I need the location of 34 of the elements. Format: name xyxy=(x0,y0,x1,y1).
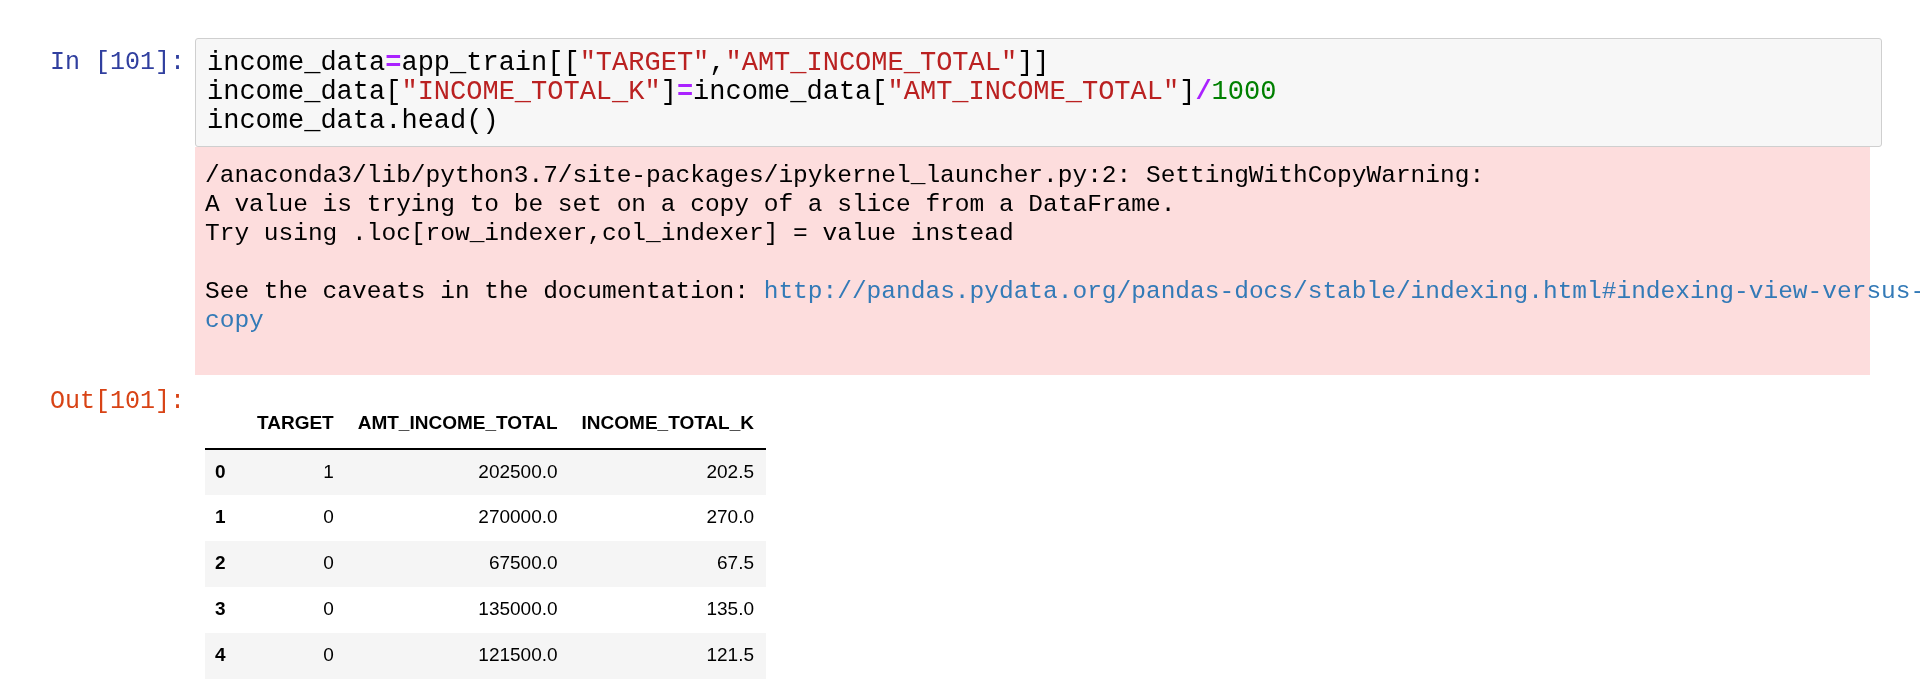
table-cell: 270000.0 xyxy=(345,494,570,541)
table-cell: 67.5 xyxy=(569,540,766,587)
warning-text: /anaconda3/lib/python3.7/site-packages/ipykernel_launcher.py:2: SettingWithCopyWarning: xyxy=(205,161,1486,190)
warning-text: A value is trying to be set on a copy of a slice from a DataFrame. xyxy=(205,190,1177,219)
table-cell: 121500.0 xyxy=(345,632,570,679)
table-cell: 121.5 xyxy=(569,632,766,679)
table-cell: 0 xyxy=(245,494,346,541)
row-index: 4 xyxy=(205,632,245,679)
input-prompt: In [101]: xyxy=(49,48,185,77)
row-index: 1 xyxy=(205,494,245,541)
table-cell: 0 xyxy=(245,540,346,587)
warning-text: See the caveats in the documentation: xyxy=(205,278,749,305)
code-editor[interactable]: income_data=app_train[["TARGET","AMT_INCOME_TOTAL"]] income_data["INCOME_TOTAL_K"]=income_data["AMT_INCOME_TOTAL"]/1000 income_data.head() xyxy=(195,38,1882,147)
row-index: 3 xyxy=(205,586,245,633)
table-cell: 270.0 xyxy=(569,494,766,541)
table-cell: 202.5 xyxy=(569,448,766,495)
code-line: income_data=app_train[["TARGET","AMT_INCOME_TOTAL"]] xyxy=(207,49,1051,78)
code-line: income_data.head() xyxy=(207,107,500,136)
documentation-link[interactable]: copy xyxy=(205,307,264,334)
column-header: INCOME_TOTAL_K xyxy=(569,399,766,449)
table-cell: 135.0 xyxy=(569,586,766,633)
output-prompt: Out[101]: xyxy=(49,387,185,416)
code-line: income_data["INCOME_TOTAL_K"]=income_data["AMT_INCOME_TOTAL"]/1000 xyxy=(207,78,1278,107)
column-header: TARGET xyxy=(245,399,346,449)
table-cell: 0 xyxy=(245,632,346,679)
table-cell: 135000.0 xyxy=(345,586,570,633)
row-index: 0 xyxy=(205,448,245,495)
table-cell: 67500.0 xyxy=(345,540,570,587)
table-cell: 202500.0 xyxy=(345,448,570,495)
row-index: 2 xyxy=(205,540,245,587)
column-header: AMT_INCOME_TOTAL xyxy=(345,399,570,449)
table-cell: 0 xyxy=(245,586,346,633)
warning-text: Try using .loc[row_indexer,col_indexer] = value instead xyxy=(205,219,1015,248)
table-cell: 1 xyxy=(245,448,346,495)
